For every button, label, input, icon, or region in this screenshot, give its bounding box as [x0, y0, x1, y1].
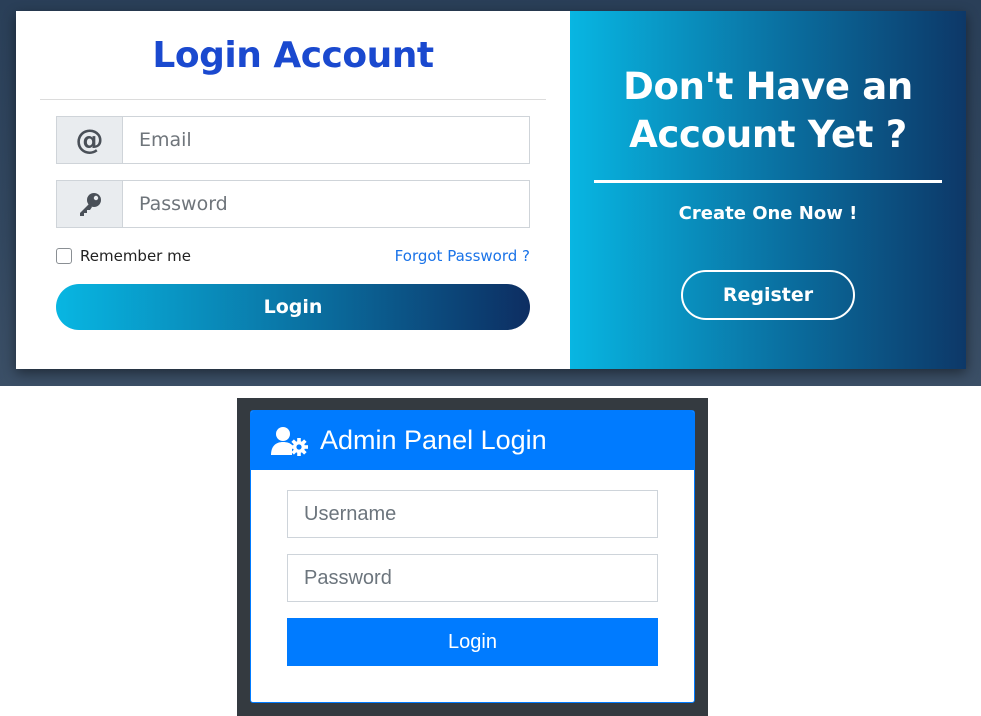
login-form-panel: Login Account @ Remember me Forgot Passw…	[16, 11, 570, 369]
title-divider	[40, 99, 546, 100]
login-button[interactable]: Login	[56, 284, 530, 330]
login-title: Login Account	[152, 35, 434, 76]
promo-title: Don't Have an Account Yet ?	[570, 63, 966, 159]
admin-panel-frame: Admin Panel Login Login	[237, 398, 708, 716]
at-icon: @	[57, 117, 123, 163]
admin-password-input[interactable]	[287, 554, 658, 602]
admin-login-button[interactable]: Login	[287, 618, 658, 666]
password-input-group	[56, 180, 530, 228]
promo-subtitle: Create One Now !	[678, 203, 858, 224]
forgot-password-link[interactable]: Forgot Password ?	[395, 247, 530, 265]
email-input[interactable]	[123, 117, 529, 163]
promo-divider	[594, 180, 942, 183]
username-input[interactable]	[287, 490, 658, 538]
password-input[interactable]	[123, 181, 529, 227]
admin-panel-header: Admin Panel Login	[251, 411, 694, 470]
admin-panel-title: Admin Panel Login	[320, 425, 547, 455]
promo-title-line1: Don't Have an	[623, 65, 913, 108]
admin-panel-card: Admin Panel Login Login	[250, 410, 695, 703]
register-button[interactable]: Register	[681, 270, 855, 320]
remember-me[interactable]: Remember me	[56, 247, 191, 265]
user-gear-icon	[271, 426, 308, 456]
email-input-group: @	[56, 116, 530, 164]
remember-me-checkbox[interactable]	[56, 248, 72, 264]
promo-title-line2: Account Yet ?	[629, 113, 907, 156]
key-icon	[57, 181, 123, 227]
register-promo-panel: Don't Have an Account Yet ? Create One N…	[570, 11, 966, 369]
remember-me-label: Remember me	[80, 247, 191, 265]
login-card: Login Account @ Remember me Forgot Passw…	[16, 11, 966, 369]
